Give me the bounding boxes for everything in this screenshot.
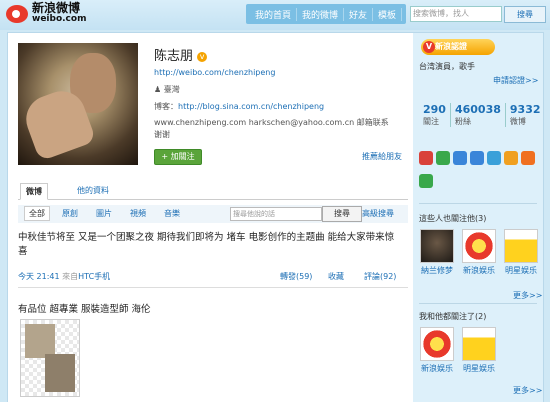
stat-label: 粉絲: [454, 117, 471, 126]
forward-link[interactable]: 轉發(59): [280, 271, 312, 282]
profile-name: 陈志朋 v: [154, 45, 208, 64]
medal-icon[interactable]: [419, 174, 433, 188]
medal-icon[interactable]: [453, 151, 467, 165]
person-avatar: [504, 229, 538, 263]
mutual-follow-title: 我和他都關注了(2): [419, 312, 487, 321]
top-search-input[interactable]: 搜索微博，找人: [410, 6, 502, 22]
comment-link[interactable]: 評論(92): [364, 271, 396, 282]
logo-text-en: weibo.com: [32, 14, 87, 24]
post-divider: [18, 287, 408, 288]
filter-original[interactable]: 原創: [62, 208, 78, 219]
thumb-photo: [45, 354, 75, 392]
medal-icon[interactable]: [504, 151, 518, 165]
blog-label: 博客：: [154, 102, 178, 111]
medal-icons: [419, 151, 541, 197]
recommend-link[interactable]: 推薦給朋友: [362, 151, 402, 162]
person-card[interactable]: 明星娱乐: [503, 229, 539, 276]
profile-tabs: 微博 他的資料: [18, 183, 408, 200]
post-source[interactable]: HTC手机: [78, 272, 110, 281]
mutual-follow-list: 新浪娱乐 明星娱乐: [419, 327, 543, 379]
stat-posts[interactable]: 9332 微博: [506, 103, 545, 127]
medal-icon[interactable]: [419, 151, 433, 165]
nav-home[interactable]: 我的首頁: [250, 7, 298, 21]
person-name[interactable]: 納兰修梦: [419, 265, 455, 276]
verified-icon: v: [197, 51, 208, 62]
stat-value: 460038: [454, 103, 501, 116]
nav-friends[interactable]: 好友: [344, 7, 374, 21]
post-filter-bar: 全部 原創 圖片 視頻 音樂 搜尋他說的話 搜尋 高級搜尋: [18, 205, 408, 223]
nav-templates[interactable]: 模板: [373, 7, 403, 21]
top-nav: 我的首頁 我的微博 好友 模板 搜索微博，找人 搜尋: [246, 4, 546, 24]
tab-info[interactable]: 他的資料: [72, 183, 114, 198]
divider: [419, 303, 537, 304]
apply-verify-link[interactable]: 申請認證>>: [493, 75, 538, 86]
person-avatar: [420, 327, 454, 361]
person-avatar: [420, 229, 454, 263]
profile-location: ♟ 臺灣: [154, 84, 180, 95]
person-avatar: [462, 327, 496, 361]
person-card[interactable]: 新浪娱乐: [419, 327, 455, 374]
medal-icon[interactable]: [470, 151, 484, 165]
person-name[interactable]: 新浪娱乐: [461, 265, 497, 276]
stat-value: 9332: [509, 103, 541, 116]
profile-name-text: 陈志朋: [154, 49, 194, 64]
person-avatar: [462, 229, 496, 263]
divider: [419, 203, 537, 204]
person-card[interactable]: 新浪娱乐: [461, 229, 497, 276]
post-time[interactable]: 今天 21:41: [18, 272, 60, 281]
verify-badge[interactable]: 新浪認證: [421, 39, 495, 55]
stat-value: 290: [423, 103, 446, 116]
filter-all[interactable]: 全部: [24, 206, 50, 221]
favorite-link[interactable]: 收藏: [328, 271, 344, 282]
nav-my-weibo[interactable]: 我的微博: [297, 7, 345, 21]
person-name[interactable]: 明星娱乐: [461, 363, 497, 374]
filter-music[interactable]: 音樂: [164, 208, 180, 219]
post-image-thumbnail[interactable]: [20, 319, 80, 397]
stat-label: 關注: [423, 117, 439, 126]
more-link[interactable]: 更多>>: [513, 290, 542, 301]
stat-following[interactable]: 290 關注: [419, 103, 451, 127]
post-search-input[interactable]: 搜尋他說的話: [230, 207, 322, 221]
logo-text-cn: 新浪微博: [32, 1, 81, 15]
filter-images[interactable]: 圖片: [96, 208, 112, 219]
profile-contact: www.chenzhipeng.com harkschen@yahoo.com.…: [154, 118, 389, 139]
medal-icon[interactable]: [436, 151, 450, 165]
thumb-photo: [25, 324, 55, 358]
person-card[interactable]: 納兰修梦: [419, 229, 455, 276]
profile-blog: 博客：http://blog.sina.com.cn/chenzhipeng: [154, 101, 324, 112]
main-panel: 陈志朋 v http://weibo.com/chenzhipeng ♟ 臺灣 …: [7, 32, 415, 402]
more-link[interactable]: 更多>>: [513, 385, 542, 396]
profile-description: 台湾演員，歌手: [419, 62, 475, 71]
stat-followers[interactable]: 460038 粉絲: [451, 103, 506, 127]
person-card[interactable]: 明星娱乐: [461, 327, 497, 374]
weibo-eye-icon: [6, 5, 28, 23]
post-text: 有品位 超專業 服裝造型師 海伦: [18, 304, 151, 315]
sidebar: 新浪認證 台湾演員，歌手 申請認證>> 290 關注 460038 粉絲 933…: [413, 32, 544, 402]
medal-icon[interactable]: [487, 151, 501, 165]
follow-button[interactable]: + 加關注: [154, 149, 202, 165]
location-text: 臺灣: [163, 85, 180, 94]
top-search-button[interactable]: 搜尋: [504, 6, 546, 23]
also-follow-list: 納兰修梦 新浪娱乐 明星娱乐: [419, 229, 543, 281]
blog-link[interactable]: http://blog.sina.com.cn/chenzhipeng: [178, 102, 324, 111]
sina-weibo-logo[interactable]: 新浪微博 weibo.com: [6, 1, 87, 25]
person-name[interactable]: 新浪娱乐: [419, 363, 455, 374]
post-meta: 今天 21:41 來自HTC手机 轉發(59) 收藏 評論(92): [18, 271, 402, 282]
medal-icon[interactable]: [521, 151, 535, 165]
post-source-prefix: 來自: [62, 272, 79, 281]
person-name[interactable]: 明星娱乐: [503, 265, 539, 276]
profile-stats: 290 關注 460038 粉絲 9332 微博: [419, 103, 541, 127]
tab-weibo[interactable]: 微博: [20, 183, 48, 200]
filter-videos[interactable]: 視頻: [130, 208, 146, 219]
also-follow-title: 這些人也關注他(3): [419, 214, 487, 223]
post-text: 中秋佳节将至 又是一个团聚之夜 期待我们即将为 堵车 电影创作的主题曲 能给大家…: [18, 232, 395, 257]
advanced-search-link[interactable]: 高級搜尋: [362, 208, 394, 219]
top-bar: 新浪微博 weibo.com 我的首頁 我的微博 好友 模板 搜索微博，找人 搜…: [0, 0, 550, 30]
stat-label: 微博: [509, 117, 526, 126]
male-user-icon: ♟: [154, 85, 162, 94]
profile-avatar[interactable]: [18, 43, 138, 165]
profile-url[interactable]: http://weibo.com/chenzhipeng: [154, 68, 275, 77]
post-search-button[interactable]: 搜尋: [322, 206, 362, 222]
